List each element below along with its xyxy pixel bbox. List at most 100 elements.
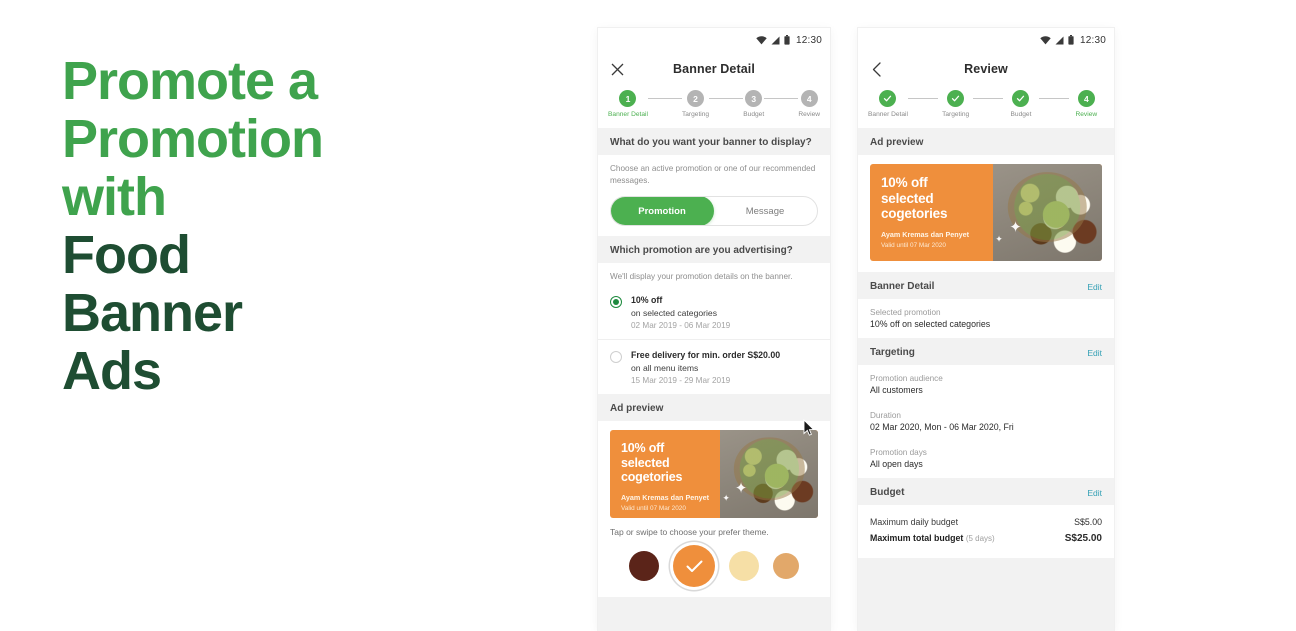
step-review[interactable]: 4 Review [798, 90, 820, 118]
budget-daily-label: Maximum daily budget [870, 517, 959, 527]
headline-line-1: Promote a [62, 51, 318, 111]
step-connector [907, 98, 938, 99]
wifi-icon [1040, 35, 1051, 45]
edit-targeting-link[interactable]: Edit [1087, 348, 1102, 358]
budget-total-row: Maximum total budget (5 days) S$25.00 [858, 530, 1114, 547]
display-type-toggle[interactable]: Promotion Message [610, 196, 818, 226]
step-targeting[interactable]: Targeting [938, 90, 973, 118]
step-label: Budget [743, 111, 765, 118]
step-label: Banner Detail [868, 111, 908, 118]
step-connector [709, 98, 744, 99]
ad-banner: ✦ ✦ 10% off selected cogetories Ayam Kre… [870, 164, 1102, 261]
segment-promotion[interactable]: Promotion [611, 197, 714, 225]
step-connector [973, 98, 1004, 99]
step-label: Budget [1010, 111, 1032, 118]
step-dot: 3 [745, 90, 763, 107]
step-dot: 4 [800, 90, 818, 107]
theme-swatch-tan[interactable] [773, 553, 799, 579]
step-connector [1038, 98, 1069, 99]
theme-swatch-cream[interactable] [729, 551, 759, 581]
promotion-list-card: We'll display your promotion details on … [598, 263, 830, 394]
step-label: Banner Detail [608, 111, 648, 118]
back-arrow-icon[interactable] [868, 60, 886, 78]
step-budget[interactable]: Budget [1003, 90, 1038, 118]
section-header-display: What do you want your banner to display? [598, 128, 830, 155]
headline-line-5: Banner [62, 283, 243, 343]
section-title: Budget [870, 487, 905, 498]
step-budget[interactable]: 3 Budget [743, 90, 764, 118]
option-subtitle: on all menu items [631, 363, 699, 373]
kv-value: 02 Mar 2020, Mon - 06 Mar 2020, Fri [870, 422, 1014, 432]
banner-line-3: cogetories [881, 206, 948, 221]
headline-line-4: Food [62, 225, 191, 285]
step-targeting[interactable]: 2 Targeting [682, 90, 709, 118]
step-label: Targeting [942, 111, 970, 118]
kv-value: All open days [870, 459, 923, 469]
kv-value: 10% off on selected categories [870, 319, 991, 329]
edit-banner-detail-link[interactable]: Edit [1087, 282, 1102, 292]
ad-preview-card: ✦ ✦ 10% off selected cogetories Ayam Kre… [598, 421, 830, 597]
promotion-option-1[interactable]: 10% off on selected categories 02 Mar 20… [598, 285, 830, 339]
headline-line-2: Promotion [62, 109, 324, 169]
step-banner-detail[interactable]: Banner Detail [868, 90, 908, 118]
theme-swatch-orange-selected[interactable] [673, 545, 715, 587]
targeting-card: Promotion audience All customers Duratio… [858, 365, 1114, 478]
edit-budget-link[interactable]: Edit [1087, 488, 1102, 498]
check-icon [686, 560, 702, 572]
step-review[interactable]: 4 Review [1069, 90, 1104, 118]
banner-dish-name: Ayam Kremas dan Penyet [881, 229, 970, 239]
promotion-helper-text: We'll display your promotion details on … [610, 272, 793, 281]
radio-button[interactable] [610, 351, 622, 363]
kv-key: Duration [870, 411, 901, 420]
kv-selected-promotion: Selected promotion 10% off on selected c… [858, 299, 1114, 338]
promotion-option-2[interactable]: Free delivery for min. order S$20.00 on … [598, 339, 830, 394]
theme-swatches[interactable] [598, 543, 830, 597]
step-dot [1012, 90, 1030, 107]
kv-duration: Duration 02 Mar 2020, Mon - 06 Mar 2020,… [858, 404, 1114, 441]
budget-total-days: (5 days) [965, 534, 995, 543]
budget-total-label: Maximum total budget (5 days) [870, 533, 995, 543]
budget-daily-value: S$5.00 [1074, 517, 1102, 527]
step-dot [947, 90, 965, 107]
screen-content: What do you want your banner to display?… [598, 128, 830, 631]
section-title: What do you want your banner to display? [610, 137, 812, 148]
kv-promotion-days: Promotion days All open days [858, 441, 1114, 478]
app-bar-title: Review [964, 62, 1008, 76]
status-time: 12:30 [1079, 34, 1106, 46]
screenshot-root: Promote a Promotion with Food Banner Ads… [0, 0, 1296, 631]
section-title: Which promotion are you advertising? [610, 245, 793, 256]
theme-hint-text: Tap or swipe to choose your prefer theme… [610, 527, 769, 537]
option-dates: 15 Mar 2019 - 29 Mar 2019 [631, 376, 731, 385]
app-bar-title: Banner Detail [673, 62, 755, 76]
step-dot: 2 [687, 90, 705, 107]
section-header-banner-detail: Banner Detail Edit [858, 272, 1114, 299]
progress-stepper: Banner Detail Targeting Budget 4 Review [858, 86, 1114, 128]
banner-detail-card: Selected promotion 10% off on selected c… [858, 299, 1114, 338]
page-title: Promote a Promotion with Food Banner Ads [62, 52, 532, 400]
option-title: Free delivery for min. order S$20.00 [631, 350, 781, 360]
close-icon[interactable] [608, 60, 626, 78]
ad-preview-card: ✦ ✦ 10% off selected cogetories Ayam Kre… [858, 155, 1114, 272]
progress-stepper: 1 Banner Detail 2 Targeting 3 Budget 4 R… [598, 86, 830, 128]
budget-daily-row: Maximum daily budget S$5.00 [858, 514, 1114, 530]
option-dates: 02 Mar 2019 - 06 Mar 2019 [631, 321, 731, 330]
screen-content: Ad preview ✦ ✦ 10% off selected cogetori… [858, 128, 1114, 631]
step-dot [879, 90, 897, 107]
banner-validity: Valid until 07 Mar 2020 [881, 241, 946, 249]
banner-text: 10% off selected cogetories Ayam Kremas … [881, 175, 1016, 249]
section-header-budget: Budget Edit [858, 478, 1114, 505]
section-header-ad-preview: Ad preview [858, 128, 1114, 155]
step-banner-detail[interactable]: 1 Banner Detail [608, 90, 648, 118]
signal-icon [771, 36, 780, 45]
banner-line-2: selected [621, 455, 670, 470]
segment-message[interactable]: Message [713, 197, 817, 225]
phone-review: 12:30 Review Banner Detail Targeting Bud… [858, 28, 1114, 631]
step-dot: 1 [619, 90, 637, 107]
battery-icon [784, 35, 790, 45]
radio-button[interactable] [610, 296, 622, 308]
banner-line-1: 10% off [881, 175, 928, 190]
ad-banner: ✦ ✦ 10% off selected cogetories Ayam Kre… [610, 430, 818, 518]
budget-total-value: S$25.00 [1064, 533, 1102, 544]
theme-swatch-dark-brown[interactable] [629, 551, 659, 581]
status-bar: 12:30 [598, 28, 830, 52]
